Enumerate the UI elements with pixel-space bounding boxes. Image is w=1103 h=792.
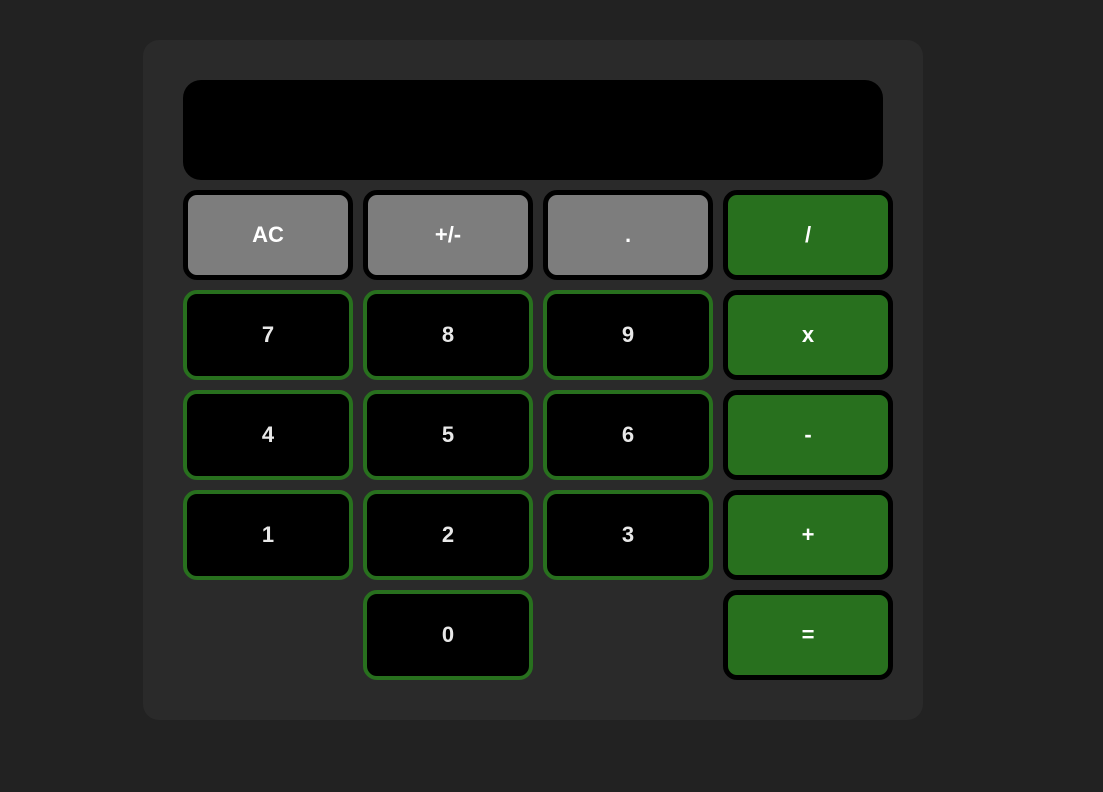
negate-button[interactable]: +/- — [363, 190, 533, 280]
digit-0-button[interactable]: 0 — [363, 590, 533, 680]
digit-4-button[interactable]: 4 — [183, 390, 353, 480]
digit-6-button[interactable]: 6 — [543, 390, 713, 480]
add-button[interactable]: + — [723, 490, 893, 580]
digit-9-button[interactable]: 9 — [543, 290, 713, 380]
clear-button[interactable]: AC — [183, 190, 353, 280]
digit-5-button[interactable]: 5 — [363, 390, 533, 480]
multiply-button[interactable]: x — [723, 290, 893, 380]
decimal-button[interactable]: . — [543, 190, 713, 280]
calculator-panel: AC +/- . / 7 8 9 x 4 5 6 - 1 2 3 + 0 = — [143, 40, 923, 720]
digit-1-button[interactable]: 1 — [183, 490, 353, 580]
digit-7-button[interactable]: 7 — [183, 290, 353, 380]
calculator-display — [183, 80, 883, 180]
digit-3-button[interactable]: 3 — [543, 490, 713, 580]
equals-button[interactable]: = — [723, 590, 893, 680]
subtract-button[interactable]: - — [723, 390, 893, 480]
digit-8-button[interactable]: 8 — [363, 290, 533, 380]
digit-2-button[interactable]: 2 — [363, 490, 533, 580]
divide-button[interactable]: / — [723, 190, 893, 280]
